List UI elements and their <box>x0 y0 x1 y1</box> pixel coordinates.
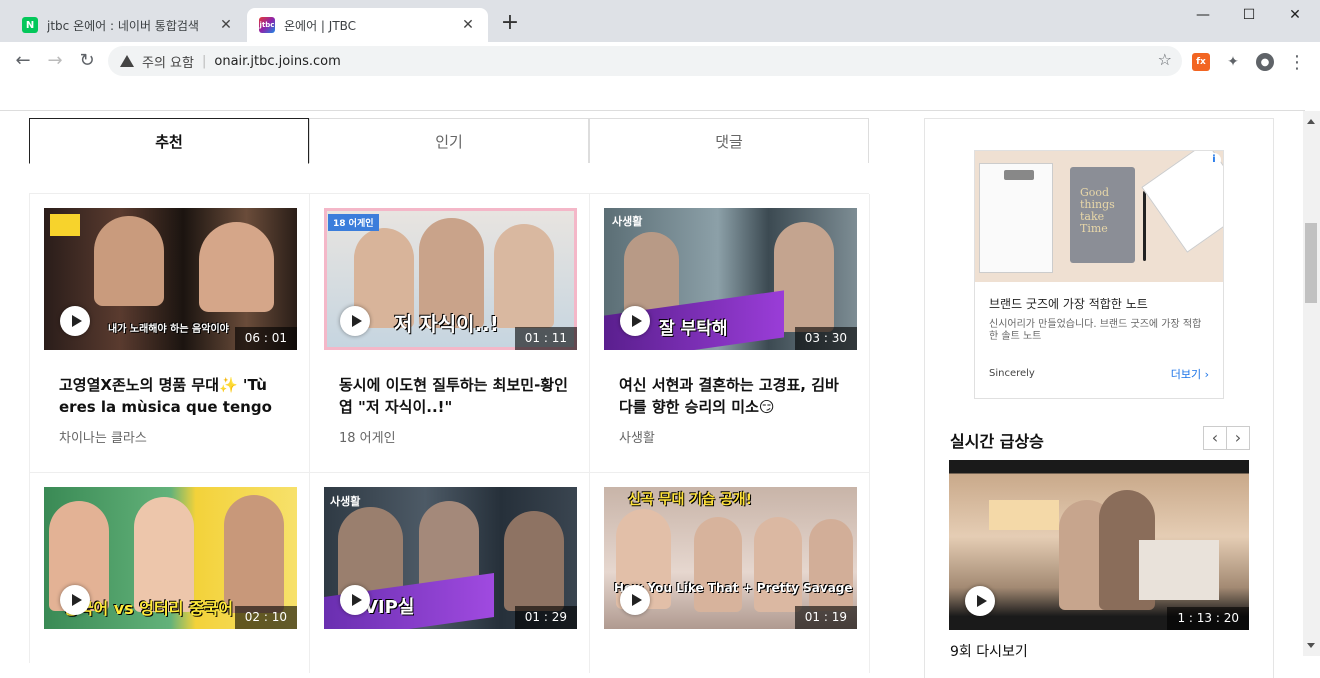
video-thumbnail[interactable]: 18 어게인 저 자식이..! 01 : 11 <box>324 208 577 350</box>
tab-recommended[interactable]: 추천 <box>29 118 309 164</box>
pen-graphic <box>1143 191 1146 261</box>
video-thumbnail[interactable]: 중국어 vs 엉터리 중국어 02 : 10 <box>44 487 297 629</box>
video-card[interactable]: 신곡 무대 기습 공개! How You Like That + Pretty … <box>590 473 870 673</box>
ad-info-icon[interactable]: i <box>1207 153 1221 167</box>
ad-image[interactable]: Good things take Time i <box>975 151 1223 282</box>
scroll-down-icon[interactable] <box>1307 643 1315 648</box>
play-icon[interactable] <box>340 306 370 336</box>
content-tab-bar: 추천 인기 댓글 <box>29 118 869 164</box>
profile-avatar-icon[interactable]: ● <box>1256 53 1274 71</box>
play-icon[interactable] <box>620 585 650 615</box>
video-duration: 01 : 19 <box>794 606 857 629</box>
program-name[interactable]: 차이나는 클라스 <box>59 427 147 446</box>
play-icon[interactable] <box>60 306 90 336</box>
program-badge: 신곡 무대 기습 공개! <box>628 492 753 508</box>
program-badge: 사생활 <box>612 215 643 228</box>
realtime-video-thumbnail[interactable]: 1 : 13 : 20 <box>949 460 1249 630</box>
advertisement[interactable]: Good things take Time i 브랜드 굿즈에 가장 적합한 노… <box>974 150 1224 399</box>
security-warning-text: 주의 요함 <box>142 55 194 71</box>
video-thumbnail[interactable]: 내가 노래해야 하는 음악이야 06 : 01 <box>44 208 297 350</box>
forward-button[interactable]: → <box>44 50 66 72</box>
chrome-menu-icon[interactable]: ⋮ <box>1288 52 1306 73</box>
thumbnail-caption: 잘 부탁해 <box>659 319 728 339</box>
fx-extension-icon[interactable]: fx <box>1192 53 1210 71</box>
realtime-video-caption[interactable]: 9회 다시보기 <box>950 641 1028 661</box>
clipboard-graphic <box>979 163 1053 273</box>
scroll-up-icon[interactable] <box>1307 119 1315 124</box>
video-title[interactable]: 여신 서현과 결혼하는 고경표, 김바다를 향한 승리의 미소😏 <box>619 374 849 418</box>
url-text[interactable]: onair.jtbc.joins.com <box>214 54 340 69</box>
browser-tab-jtbc[interactable]: jtbc 온에어 | JTBC ✕ <box>247 8 488 42</box>
video-grid: 내가 노래해야 하는 음악이야 06 : 01 고영열X존노의 명품 무대✨ '… <box>29 193 870 673</box>
scrollbar-thumb[interactable] <box>1305 223 1317 303</box>
video-title[interactable]: 동시에 이도현 질투하는 최보민-황인엽 "저 자식이..!" <box>339 374 569 418</box>
video-duration: 01 : 29 <box>514 606 577 629</box>
maximize-button[interactable]: ☐ <box>1226 0 1272 30</box>
program-badge: 18 어게인 <box>328 214 379 231</box>
video-duration: 1 : 13 : 20 <box>1167 607 1249 630</box>
back-button[interactable]: ← <box>12 50 34 72</box>
video-title[interactable]: 고영열X존노의 명품 무대✨ 'Tù eres la mùsica que te… <box>59 374 289 418</box>
close-window-button[interactable]: ✕ <box>1272 0 1318 30</box>
realtime-next-button[interactable]: › <box>1226 426 1250 450</box>
thumbnail-caption: 내가 노래해야 하는 음악이야 <box>108 324 229 335</box>
ad-more-label: 더보기 <box>1170 368 1202 381</box>
sidebar: Good things take Time i 브랜드 굿즈에 가장 적합한 노… <box>924 118 1274 678</box>
video-thumbnail[interactable]: 사생활 잘 부탁해 03 : 30 <box>604 208 857 350</box>
chrome-divider <box>0 110 1305 111</box>
video-card[interactable]: 중국어 vs 엉터리 중국어 02 : 10 <box>30 473 310 673</box>
browser-tab-naver[interactable]: N jtbc 온에어 : 네이버 통합검색 ✕ <box>10 8 246 42</box>
video-card[interactable]: 18 어게인 저 자식이..! 01 : 11 동시에 이도현 질투하는 최보민… <box>310 194 590 473</box>
video-duration: 06 : 01 <box>234 327 297 350</box>
tab-strip: N jtbc 온에어 : 네이버 통합검색 ✕ jtbc 온에어 | JTBC … <box>0 0 1320 42</box>
tab-comments[interactable]: 댓글 <box>589 118 869 163</box>
tab-title: jtbc 온에어 : 네이버 통합검색 <box>47 18 199 33</box>
minimize-button[interactable]: — <box>1180 0 1226 30</box>
browser-toolbar: ← → ↻ 주의 요함 | onair.jtbc.joins.com ☆ fx … <box>0 42 1320 80</box>
ad-brand: Sincerely <box>989 368 1035 379</box>
thumbnail-caption: 저 자식이..! <box>394 312 499 336</box>
program-badge: 사생활 <box>330 495 361 508</box>
chevron-right-icon: › <box>1204 368 1209 381</box>
new-tab-button[interactable]: + <box>498 12 522 36</box>
close-tab-icon[interactable]: ✕ <box>218 17 234 33</box>
tab-popular[interactable]: 인기 <box>309 118 589 163</box>
tab-title: 온에어 | JTBC <box>284 18 357 33</box>
video-card[interactable]: 내가 노래해야 하는 음악이야 06 : 01 고영열X존노의 명품 무대✨ '… <box>30 194 310 473</box>
video-duration: 03 : 30 <box>794 327 857 350</box>
video-thumbnail[interactable]: 신곡 무대 기습 공개! How You Like That + Pretty … <box>604 487 857 629</box>
play-icon[interactable] <box>620 306 650 336</box>
play-icon[interactable] <box>60 585 90 615</box>
play-icon[interactable] <box>340 585 370 615</box>
reload-button[interactable]: ↻ <box>76 50 98 72</box>
ad-more-link[interactable]: 더보기 › <box>1171 366 1209 382</box>
video-card[interactable]: 사생활 잘 부탁해 03 : 30 여신 서현과 결혼하는 고경표, 김바다를 … <box>590 194 870 473</box>
program-name[interactable]: 사생활 <box>619 427 655 446</box>
address-bar[interactable]: 주의 요함 | onair.jtbc.joins.com ☆ <box>108 46 1182 76</box>
thumbnail-caption: VIP실 <box>364 597 415 618</box>
jtbc-favicon-icon: jtbc <box>259 17 275 33</box>
program-name[interactable]: 18 어게인 <box>339 427 396 446</box>
close-tab-icon[interactable]: ✕ <box>460 17 476 33</box>
realtime-section-title: 실시간 급상승 <box>950 432 1044 451</box>
warning-icon <box>120 55 134 67</box>
address-separator: | <box>201 53 207 69</box>
extensions-puzzle-icon[interactable]: ✦ <box>1224 53 1242 71</box>
ad-description: 신시어리가 만들었습니다. 브랜드 굿즈에 가장 적합한 솔트 노트 <box>989 319 1202 342</box>
video-card[interactable]: 사생활 VIP실 01 : 29 <box>310 473 590 673</box>
realtime-prev-button[interactable]: ‹ <box>1203 426 1227 450</box>
video-duration: 02 : 10 <box>234 606 297 629</box>
page-scrollbar[interactable] <box>1303 111 1320 656</box>
ad-book-cover: Good things take Time <box>1070 167 1135 263</box>
bookmark-star-icon[interactable]: ☆ <box>1158 50 1172 69</box>
video-thumbnail[interactable]: 사생활 VIP실 01 : 29 <box>324 487 577 629</box>
thumbnail-caption: How You Like That + Pretty Savage <box>614 581 853 595</box>
play-icon[interactable] <box>965 586 995 616</box>
naver-favicon-icon: N <box>22 17 38 33</box>
video-duration: 01 : 11 <box>514 327 577 350</box>
ad-title[interactable]: 브랜드 굿즈에 가장 적합한 노트 <box>989 295 1148 312</box>
